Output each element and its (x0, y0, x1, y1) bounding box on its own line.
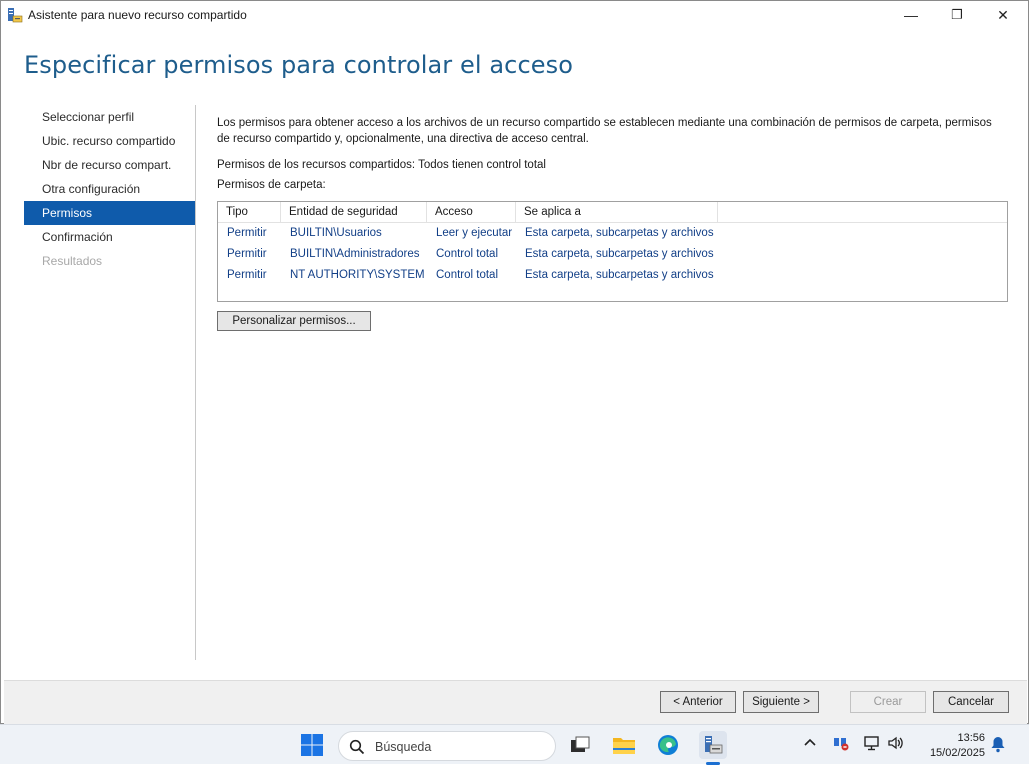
nav-item-permisos[interactable]: Permisos (24, 201, 195, 225)
cell-acceso: Leer y ejecutar (436, 227, 513, 239)
table-row[interactable]: Permitir BUILTIN\Administradores Control… (218, 244, 1007, 265)
permissions-table[interactable]: Tipo Entidad de seguridad Acceso Se apli… (217, 201, 1008, 302)
create-button: Crear (850, 691, 926, 713)
cancel-button[interactable]: Cancelar (933, 691, 1009, 713)
clock-time: 13:56 (957, 732, 985, 744)
search-icon (349, 739, 365, 755)
column-header-entidad[interactable]: Entidad de seguridad (281, 202, 427, 222)
notification-bell-icon[interactable] (990, 735, 1006, 756)
chevron-up-icon[interactable] (803, 735, 817, 752)
cell-entidad: BUILTIN\Usuarios (290, 227, 382, 239)
column-header-acceso[interactable]: Acceso (427, 202, 516, 222)
minimize-button[interactable]: — (888, 1, 934, 29)
wizard-window: Asistente para nuevo recurso compartido … (0, 0, 1029, 725)
folder-permissions-label: Permisos de carpeta: (217, 179, 326, 191)
nav-item-confirmacion[interactable]: Confirmación (24, 225, 195, 249)
clock-date: 15/02/2025 (929, 747, 985, 759)
cell-tipo: Permitir (227, 227, 267, 239)
cell-se-aplica: Esta carpeta, subcarpetas y archivos (525, 248, 714, 260)
page-title: Especificar permisos para controlar el a… (24, 51, 574, 79)
edge-icon[interactable] (655, 732, 681, 758)
nav-item-nbr-recurso[interactable]: Nbr de recurso compart. (24, 153, 195, 177)
nav-item-seleccionar-perfil[interactable]: Seleccionar perfil (24, 105, 195, 129)
system-clock[interactable]: 13:56 15/02/2025 (930, 731, 985, 761)
window-title: Asistente para nuevo recurso compartido (28, 8, 247, 22)
nav-item-ubic-recurso[interactable]: Ubic. recurso compartido (24, 129, 195, 153)
volume-icon[interactable] (887, 734, 905, 755)
search-box[interactable]: Búsqueda (338, 731, 556, 761)
table-row[interactable]: Permitir NT AUTHORITY\SYSTEM Control tot… (218, 265, 1007, 286)
customize-permissions-button[interactable]: Personalizar permisos... (217, 311, 371, 331)
share-wizard-icon (8, 8, 23, 23)
nav-item-resultados: Resultados (42, 254, 103, 268)
column-header-se-aplica[interactable]: Se aplica a (516, 202, 718, 222)
cell-tipo: Permitir (227, 269, 267, 281)
wizard-footer: < Anterior Siguiente > Crear Cancelar (4, 680, 1027, 725)
content-panel: Los permisos para obtener acceso a los a… (217, 115, 1007, 191)
cell-acceso: Control total (436, 248, 499, 260)
column-header-tipo[interactable]: Tipo (218, 202, 281, 222)
task-view-icon[interactable] (567, 732, 593, 758)
server-manager-icon[interactable] (699, 731, 727, 759)
title-bar[interactable]: Asistente para nuevo recurso compartido … (1, 1, 1028, 29)
maximize-button[interactable]: ❐ (934, 1, 980, 29)
next-button[interactable]: Siguiente > (743, 691, 819, 713)
nav-item-otra-configuracion[interactable]: Otra configuración (24, 177, 195, 201)
share-permissions-text: Permisos de los recursos compartidos: To… (217, 159, 546, 171)
table-row[interactable]: Permitir BUILTIN\Usuarios Leer y ejecuta… (218, 223, 1007, 244)
taskbar: Búsqueda 13:56 15/02/2025 (0, 724, 1029, 765)
cell-tipo: Permitir (227, 248, 267, 260)
cell-se-aplica: Esta carpeta, subcarpetas y archivos (525, 227, 714, 239)
table-header: Tipo Entidad de seguridad Acceso Se apli… (218, 202, 1007, 223)
windows-start-icon[interactable] (299, 732, 325, 758)
search-placeholder: Búsqueda (375, 740, 432, 754)
cell-entidad: NT AUTHORITY\SYSTEM (290, 269, 425, 281)
file-explorer-icon[interactable] (611, 732, 637, 758)
description-text: Los permisos para obtener acceso a los a… (217, 117, 992, 145)
network-icon[interactable] (832, 734, 850, 755)
cell-entidad: BUILTIN\Administradores (290, 248, 420, 260)
previous-button[interactable]: < Anterior (660, 691, 736, 713)
close-button[interactable]: ✕ (980, 1, 1026, 29)
cell-acceso: Control total (436, 269, 499, 281)
wizard-nav: Seleccionar perfil Ubic. recurso compart… (24, 105, 196, 660)
cell-se-aplica: Esta carpeta, subcarpetas y archivos (525, 269, 714, 281)
display-icon[interactable] (863, 734, 881, 755)
